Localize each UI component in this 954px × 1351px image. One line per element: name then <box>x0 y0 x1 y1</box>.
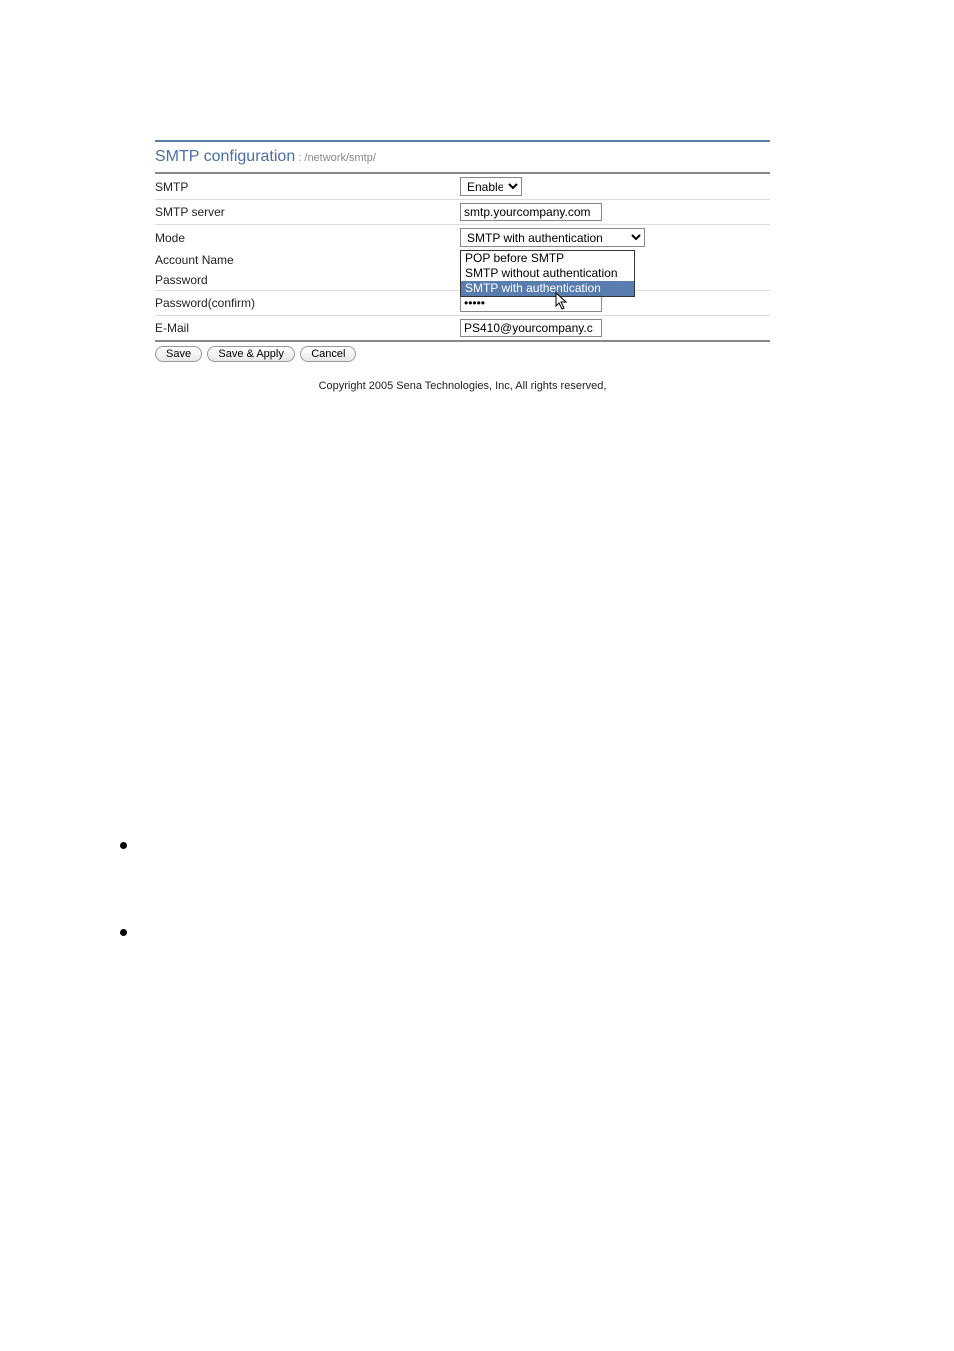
label-password: Password <box>155 270 460 291</box>
page-title: SMTP configuration <box>155 148 295 165</box>
label-email: E-Mail <box>155 316 460 341</box>
mode-option-pop[interactable]: POP before SMTP <box>461 251 634 266</box>
button-row: Save Save & Apply Cancel <box>155 342 770 366</box>
config-form: SMTP Enable SMTP server Mode SMTP with a… <box>155 174 770 340</box>
cancel-button[interactable]: Cancel <box>300 346 356 362</box>
bullet-icon <box>120 842 127 849</box>
row-server: SMTP server <box>155 200 770 225</box>
breadcrumb: : /network/smtp/ <box>295 152 376 164</box>
mode-option-noauth[interactable]: SMTP without authentication <box>461 266 634 281</box>
title-row: SMTP configuration : /network/smtp/ <box>155 146 770 174</box>
input-email[interactable] <box>460 319 602 337</box>
copyright-text: Copyright 2005 Sena Technologies, Inc, A… <box>155 380 770 392</box>
mode-dropdown-list[interactable]: POP before SMTP SMTP without authenticat… <box>460 250 635 297</box>
label-smtp: SMTP <box>155 174 460 200</box>
header-divider-top <box>155 140 770 142</box>
row-account: Account Name POP before SMTP SMTP withou… <box>155 250 770 270</box>
row-smtp: SMTP Enable <box>155 174 770 200</box>
label-account: Account Name <box>155 250 460 270</box>
label-server: SMTP server <box>155 200 460 225</box>
row-email: E-Mail <box>155 316 770 341</box>
mode-option-auth[interactable]: SMTP with authentication <box>461 281 634 296</box>
main-panel: SMTP configuration : /network/smtp/ SMTP… <box>155 140 770 936</box>
select-mode[interactable]: SMTP with authentication <box>460 228 645 247</box>
input-smtp-server[interactable] <box>460 203 602 221</box>
bullet-list <box>120 842 770 936</box>
label-mode: Mode <box>155 225 460 251</box>
label-password-confirm: Password(confirm) <box>155 291 460 316</box>
row-mode: Mode SMTP with authentication <box>155 225 770 251</box>
save-apply-button[interactable]: Save & Apply <box>207 346 294 362</box>
save-button[interactable]: Save <box>155 346 202 362</box>
bullet-icon <box>120 929 127 936</box>
select-smtp-enable[interactable]: Enable <box>460 177 522 196</box>
